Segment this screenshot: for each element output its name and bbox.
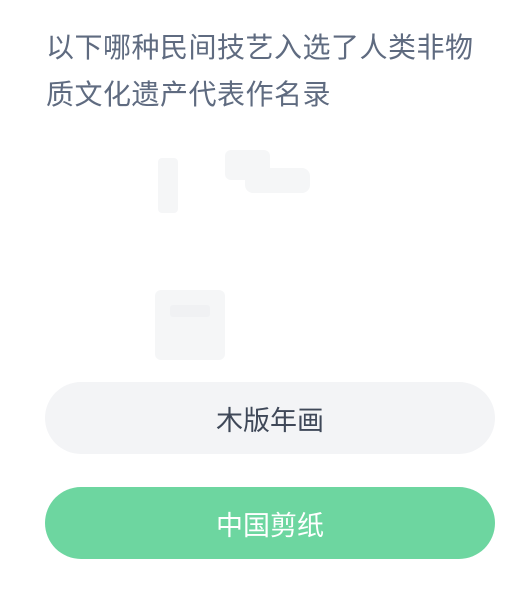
question-text: 以下哪种民间技艺入选了人类非物质文化遗产代表作名录: [46, 31, 474, 111]
answer-option-2-label: 中国剪纸: [216, 510, 324, 542]
answer-option-1[interactable]: 木版年画: [45, 382, 495, 454]
answer-option-2-selected[interactable]: 中国剪纸: [45, 487, 495, 559]
faint-background-illustration: [155, 150, 310, 360]
answer-option-1-label: 木版年画: [216, 405, 324, 437]
